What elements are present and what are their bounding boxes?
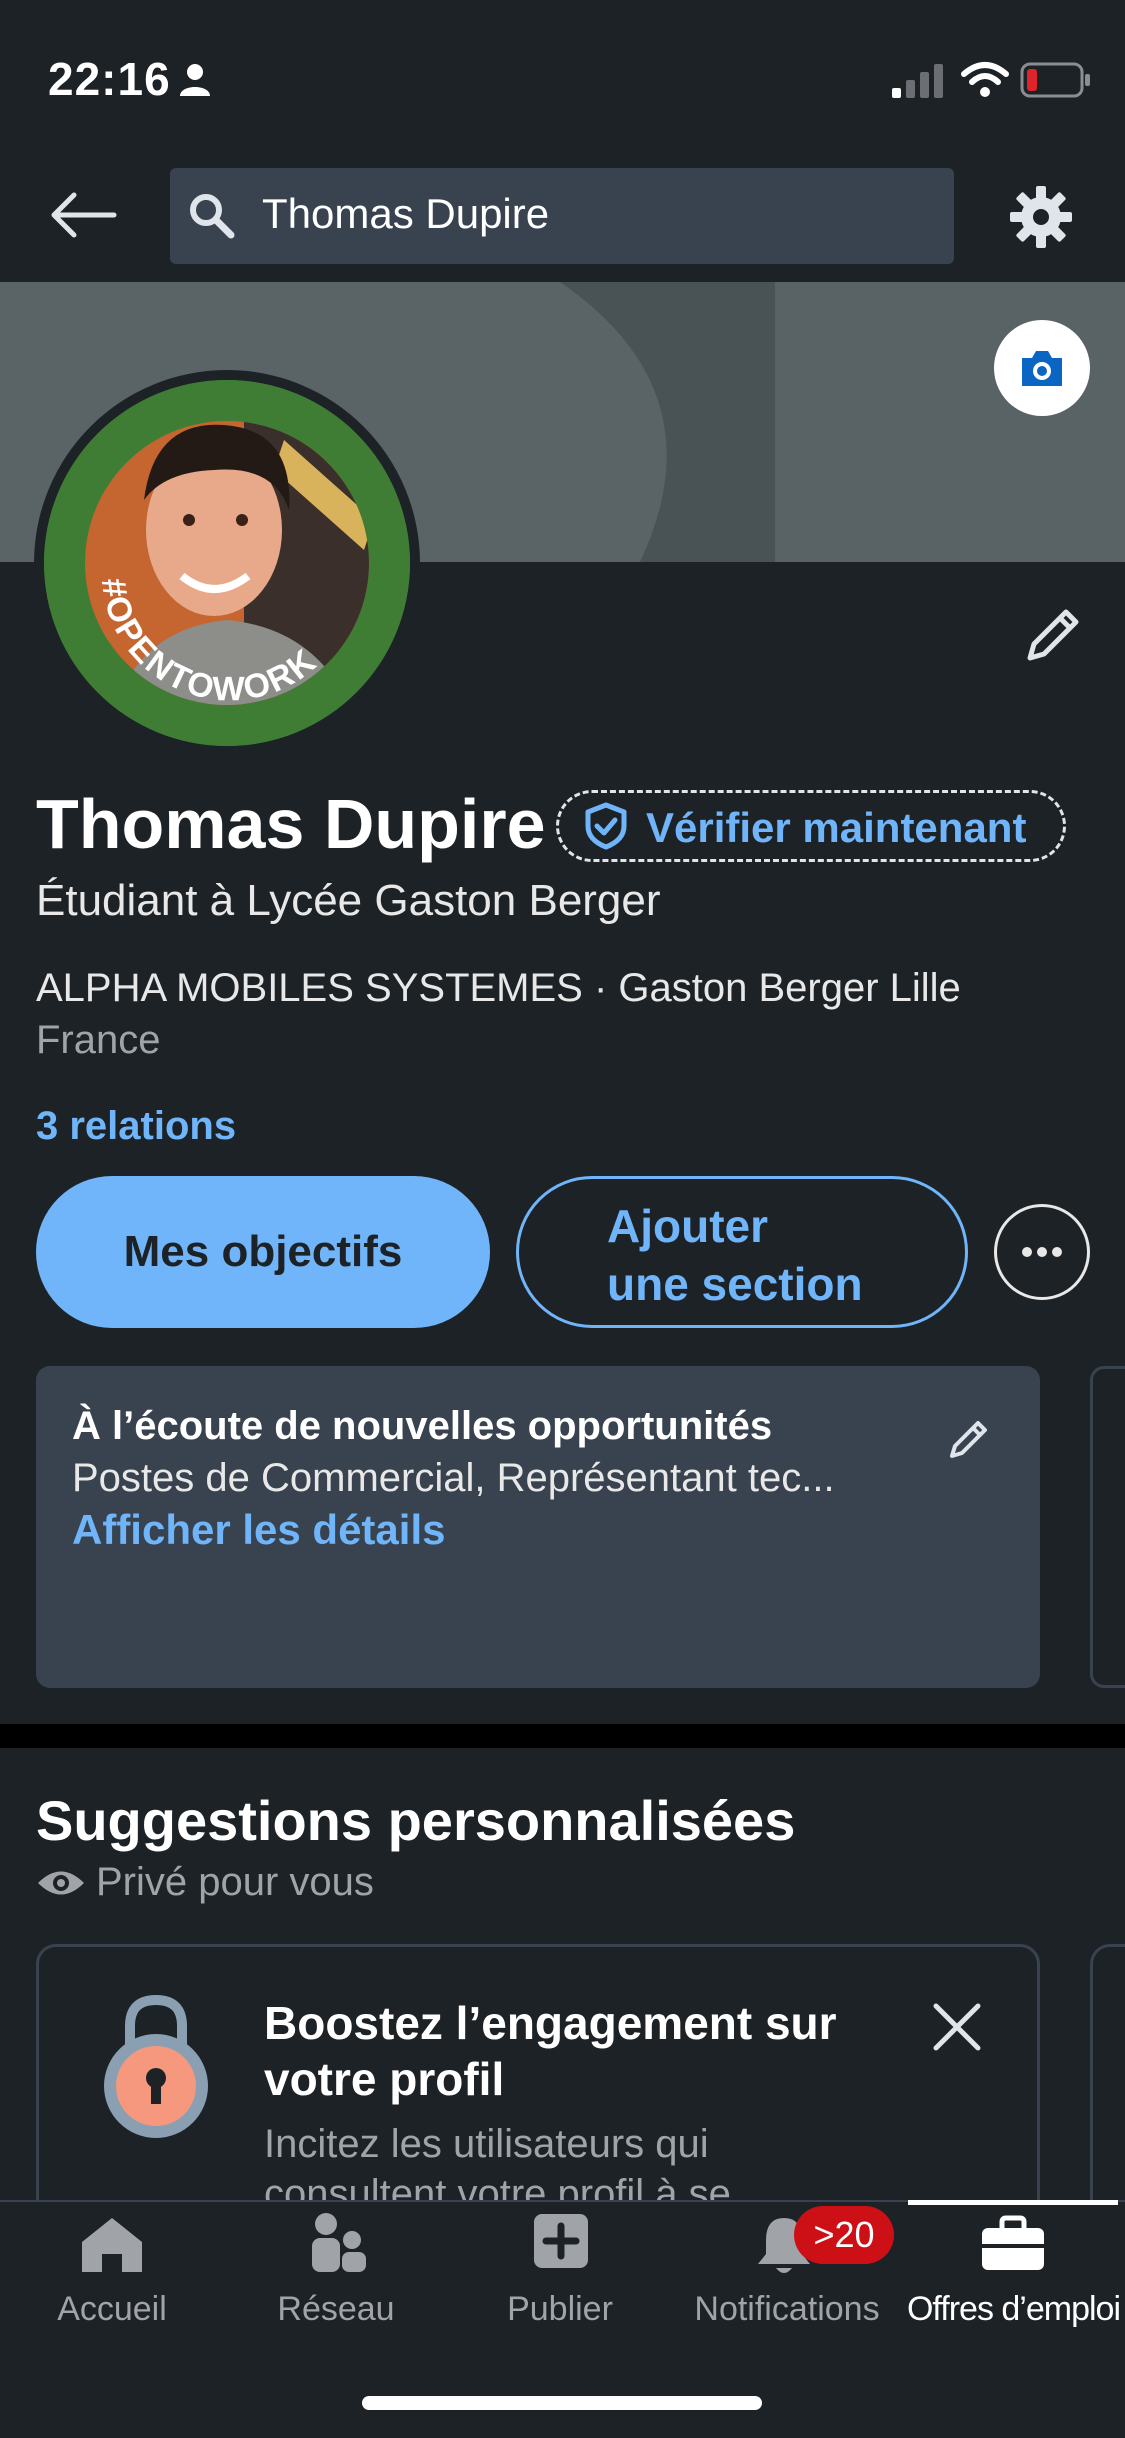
banner-shape: [775, 282, 1125, 562]
ellipsis-icon: [1022, 1247, 1062, 1257]
profile-company-line: ALPHA MOBILES SYSTEMES · Gaston Berger L…: [36, 966, 961, 1010]
suggestions-title: Suggestions personnalisées: [36, 1789, 796, 1852]
lock-icon: [104, 1994, 208, 2138]
search-value[interactable]: Thomas Dupire: [262, 190, 549, 238]
edit-profile-pencil-icon[interactable]: [1020, 602, 1086, 668]
open-to-work-title: À l’écoute de nouvelles opportunités: [72, 1404, 773, 1448]
close-icon[interactable]: [930, 2000, 984, 2054]
gear-icon[interactable]: [1008, 184, 1074, 250]
nav-post-label: Publier: [507, 2290, 613, 2328]
avatar: #OPENTOWORK: [44, 380, 410, 746]
my-goals-label: Mes objectifs: [123, 1227, 403, 1276]
person-icon: [180, 64, 210, 96]
profile-photo[interactable]: #OPENTOWORK: [34, 370, 420, 756]
my-goals-button[interactable]: Mes objectifs: [36, 1176, 490, 1328]
battery-icon: [1020, 62, 1090, 98]
nav-jobs-label: Offres d’emploi: [906, 2290, 1121, 2328]
notification-badge: >20: [794, 2206, 894, 2264]
home-indicator: [362, 2396, 762, 2410]
section-divider: [0, 1724, 1125, 1748]
open-to-work-description: Postes de Commercial, Représentant tec..…: [72, 1456, 835, 1500]
search-icon: [190, 194, 235, 239]
back-arrow-icon[interactable]: [48, 190, 118, 240]
nav-home-label: Accueil: [57, 2290, 167, 2328]
avatar-picture: #OPENTOWORK: [44, 380, 410, 746]
boost-desc-line-1: Incitez les utilisateurs qui: [264, 2122, 709, 2166]
nav-notifications-label: Notifications: [694, 2290, 880, 2328]
add-section-label-1: Ajouter: [607, 1200, 768, 1252]
add-section-button[interactable]: Ajouter une section: [516, 1176, 968, 1328]
active-tab-indicator: [908, 2200, 1118, 2205]
relations-link[interactable]: 3 relations: [36, 1104, 236, 1149]
home-icon: [82, 2218, 142, 2272]
add-section-label-2: une section: [607, 1258, 863, 1310]
eye-icon: [38, 1871, 84, 1895]
boost-title-line-2: votre profil: [264, 2053, 505, 2105]
more-options-button[interactable]: [994, 1204, 1090, 1300]
nav-network-label: Réseau: [277, 2290, 395, 2328]
profile-headline: Étudiant à Lycée Gaston Berger: [36, 876, 661, 925]
edit-pencil-icon[interactable]: [944, 1414, 994, 1464]
show-details-link[interactable]: Afficher les détails: [72, 1506, 445, 1554]
profile-location: France: [36, 1018, 161, 1062]
briefcase-icon: [982, 2215, 1044, 2270]
verify-now-label[interactable]: Vérifier maintenant: [646, 804, 1026, 852]
wifi-icon: [961, 62, 1009, 97]
shield-check-icon: [585, 802, 627, 850]
status-time: 22:16: [48, 53, 171, 105]
signal-icon: [892, 64, 943, 98]
boost-title-line-1: Boostez l’engagement sur: [264, 1997, 837, 2049]
network-icon: [312, 2213, 366, 2272]
post-icon: [534, 2214, 588, 2268]
camera-icon: [1022, 351, 1062, 386]
profile-name: Thomas Dupire: [36, 785, 546, 863]
next-card-edge[interactable]: [1090, 1366, 1125, 1688]
privacy-note: Privé pour vous: [96, 1860, 374, 1904]
